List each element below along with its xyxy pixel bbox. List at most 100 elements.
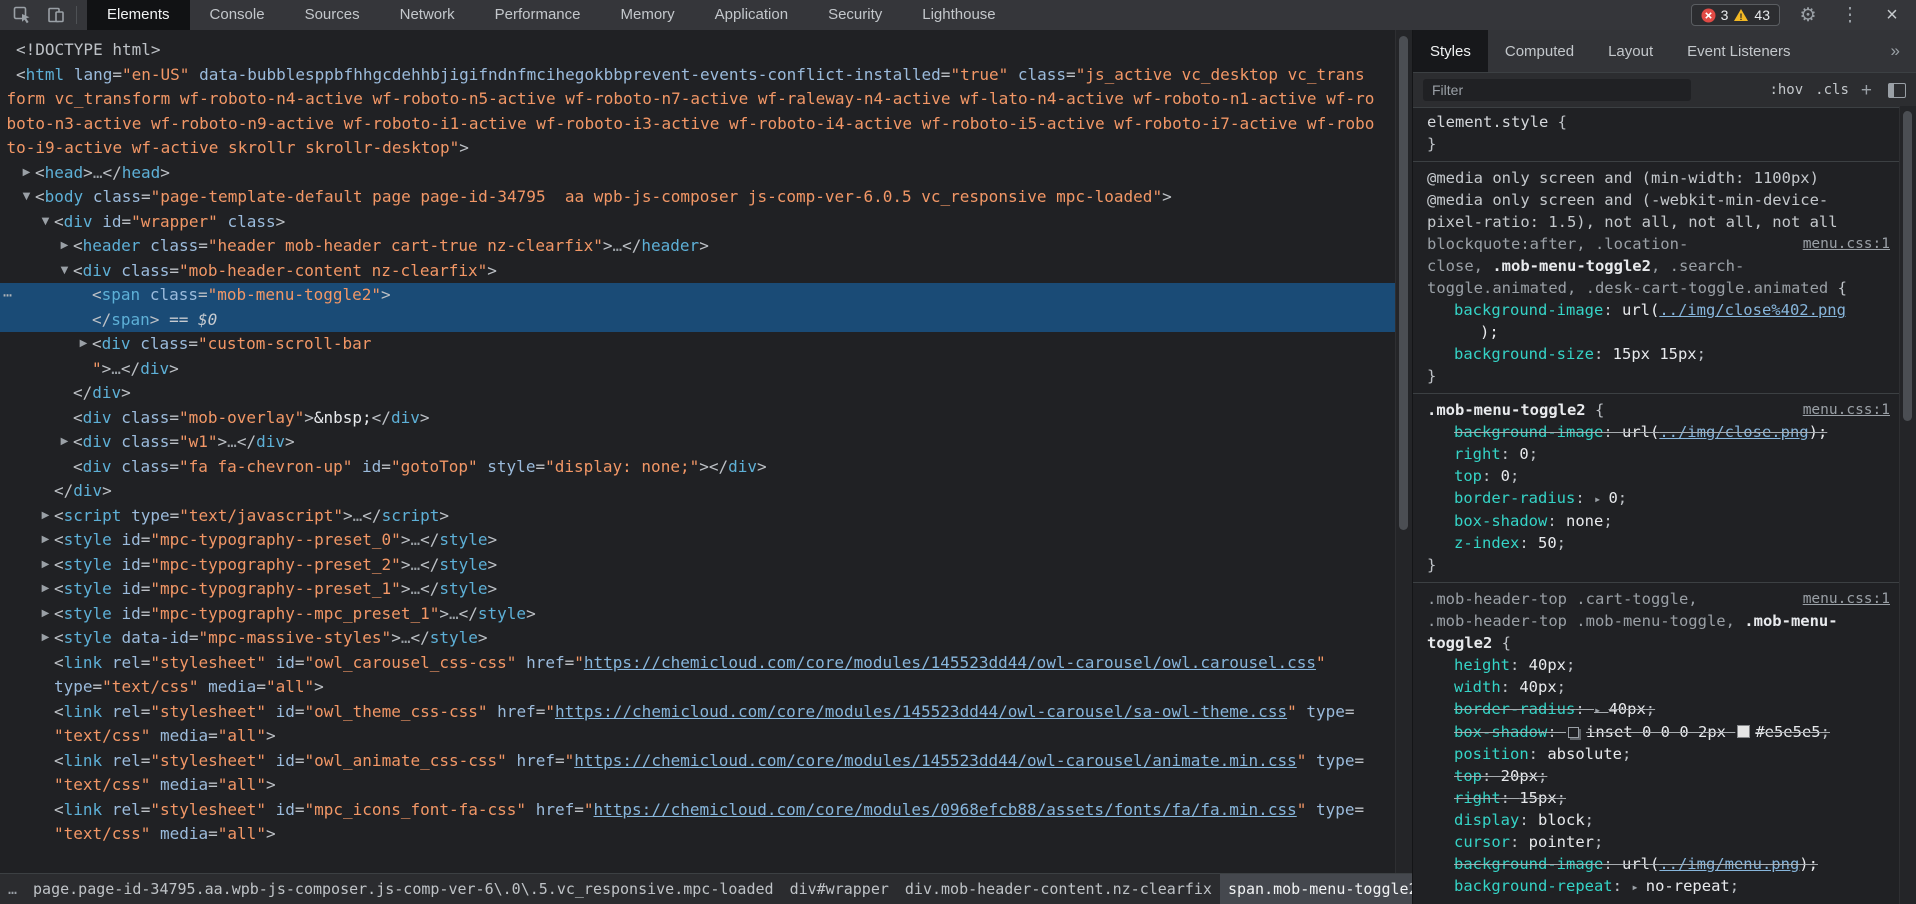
tab-security[interactable]: Security: [808, 0, 902, 30]
dom-node-line[interactable]: <div class="mob-overlay">&nbsp;</div>: [0, 406, 1396, 431]
css-declaration[interactable]: background-repeat: ▸ no-repeat;: [1427, 875, 1900, 898]
more-options-dots-icon[interactable]: ⋮: [1836, 1, 1864, 29]
css-declaration[interactable]: height: 40px;: [1427, 654, 1900, 676]
styles-filter-input[interactable]: Filter: [1423, 79, 1691, 101]
tree-expand-arrow-icon[interactable]: ▶: [38, 626, 53, 651]
tab-network[interactable]: Network: [380, 0, 475, 30]
dom-node-line[interactable]: ">…</div>: [0, 357, 1396, 382]
sidebar-tab-event-listeners[interactable]: Event Listeners: [1670, 30, 1807, 72]
tab-console[interactable]: Console: [190, 0, 285, 30]
css-declaration-overridden[interactable]: right: 15px;: [1427, 787, 1900, 809]
css-declaration[interactable]: top: 0;: [1427, 465, 1900, 487]
dom-node-line[interactable]: <!DOCTYPE html>: [0, 38, 1396, 63]
dom-node-line[interactable]: </div>: [0, 479, 1396, 504]
toggle-classes-button[interactable]: .cls: [1815, 82, 1849, 98]
css-selector-line[interactable]: menu.css:1.mob-header-top .cart-toggle,: [1427, 588, 1900, 610]
dom-node-line[interactable]: ▶<header class="header mob-header cart-t…: [0, 234, 1396, 259]
tree-expand-arrow-icon[interactable]: ▶: [19, 161, 34, 186]
dom-node-line[interactable]: ▶<style id="mpc-typography--mpc_preset_1…: [0, 602, 1396, 627]
breadcrumb-item[interactable]: div.mob-header-content.nz-clearfix: [897, 874, 1220, 904]
sidebar-panel-toggle-icon[interactable]: [1888, 83, 1906, 98]
css-selector-line[interactable]: menu.css:1blockqu​ote:after, .location-: [1427, 233, 1900, 255]
css-declaration[interactable]: right: 0;: [1427, 443, 1900, 465]
tree-expand-arrow-icon[interactable]: ▶: [57, 430, 72, 455]
css-selector-line[interactable]: toggle2 {: [1427, 632, 1900, 654]
tree-collapse-arrow-icon[interactable]: ▼: [38, 210, 53, 235]
dom-node-line[interactable]: "text/css" media="all">: [0, 773, 1396, 798]
settings-gear-icon[interactable]: ⚙: [1794, 1, 1822, 29]
elements-scrollbar-thumb[interactable]: [1399, 36, 1408, 530]
dom-node-line[interactable]: <div class="fa fa-chevron-up" id="gotoTo…: [0, 455, 1396, 480]
sidebar-tab-computed[interactable]: Computed: [1488, 30, 1591, 72]
close-devtools-icon[interactable]: ×: [1878, 1, 1906, 29]
tree-expand-arrow-icon[interactable]: ▶: [38, 553, 53, 578]
css-source-link[interactable]: menu.css:1: [1803, 399, 1890, 421]
elements-scrollbar[interactable]: [1395, 30, 1412, 874]
dom-node-line[interactable]: "text/css" media="all">: [0, 724, 1396, 749]
css-source-link[interactable]: menu.css:1: [1803, 233, 1890, 255]
tab-elements[interactable]: Elements: [87, 0, 190, 30]
tab-memory[interactable]: Memory: [601, 0, 695, 30]
dom-node-line[interactable]: form vc_transform wf-roboto-n4-active wf…: [0, 87, 1396, 112]
tree-expand-arrow-icon[interactable]: ▶: [38, 504, 53, 529]
dom-node-line[interactable]: ▶<div class="w1">…</div>: [0, 430, 1396, 455]
dom-node-line[interactable]: <link rel="stylesheet" id="owl_carousel_…: [0, 651, 1396, 676]
css-declaration[interactable]: z-index: 50;: [1427, 532, 1900, 554]
dom-node-line[interactable]: ▶<style id="mpc-typography--preset_2">…<…: [0, 553, 1396, 578]
css-source-link[interactable]: menu.css:1: [1803, 588, 1890, 610]
device-toolbar-icon[interactable]: [42, 1, 70, 29]
css-selector-line[interactable]: menu.css:1.mob-menu-toggle2 {: [1427, 399, 1900, 421]
css-declaration[interactable]: box-shadow: none;: [1427, 510, 1900, 532]
breadcrumb-item[interactable]: page.page-id-34795.aa.wpb-js-composer.js…: [25, 874, 782, 904]
dom-node-line[interactable]: <link rel="stylesheet" id="owl_theme_css…: [0, 700, 1396, 725]
sidebar-tab-styles[interactable]: Styles: [1413, 30, 1488, 72]
dom-node-line[interactable]: </div>: [0, 381, 1396, 406]
tree-collapse-arrow-icon[interactable]: ▼: [57, 259, 72, 284]
css-resource-link[interactable]: ../img/close%402.png: [1659, 301, 1846, 319]
breadcrumb-item[interactable]: span.mob-menu-toggle2: [1220, 874, 1412, 904]
tab-sources[interactable]: Sources: [285, 0, 380, 30]
inspect-element-icon[interactable]: [8, 1, 36, 29]
tree-expand-arrow-icon[interactable]: ▶: [38, 577, 53, 602]
dom-node-line[interactable]: "text/css" media="all">: [0, 822, 1396, 847]
dom-node-line[interactable]: ▼<div id="wrapper" class>: [0, 210, 1396, 235]
tree-expand-arrow-icon[interactable]: ▶: [76, 332, 91, 357]
dom-node-line[interactable]: <link rel="stylesheet" id="mpc_icons_fon…: [0, 798, 1396, 823]
color-swatch[interactable]: [1737, 725, 1750, 738]
css-declaration[interactable]: );: [1427, 321, 1900, 343]
tab-performance[interactable]: Performance: [475, 0, 601, 30]
css-selector-line[interactable]: toggle.animated, .desk-cart-toggle.anima…: [1427, 277, 1900, 299]
breadcrumb-item[interactable]: div#wrapper: [782, 874, 897, 904]
dom-node-line[interactable]: boto-n3-active wf-roboto-n9-active wf-ro…: [0, 112, 1396, 137]
css-declaration-overridden[interactable]: box-shadow: inset 0 0 0 2px #e5e5e5;: [1427, 721, 1900, 743]
css-declaration[interactable]: background-image: url(../img/close%402.p…: [1427, 299, 1900, 321]
css-selector-line[interactable]: .mob-header-top .mob-menu-toggle, .mob-m…: [1427, 610, 1900, 632]
dom-node-line[interactable]: ▶<style id="mpc-typography--preset_0">…<…: [0, 528, 1396, 553]
css-declaration[interactable]: position: absolute;: [1427, 743, 1900, 765]
styles-scrollbar-thumb[interactable]: [1903, 111, 1912, 421]
css-resource-link[interactable]: ../img/menu.png: [1659, 855, 1799, 873]
node-options-dots-icon[interactable]: ⋯: [3, 283, 12, 308]
dom-node-line[interactable]: <html lang="en-US" data-bubblesppbfhhgcd…: [0, 63, 1396, 88]
tree-expand-arrow-icon[interactable]: ▶: [38, 602, 53, 627]
dom-node-line[interactable]: ▼<div class="mob-header-content nz-clear…: [0, 259, 1396, 284]
dom-node-line[interactable]: ▶<style data-id="mpc-massive-styles">…</…: [0, 626, 1396, 651]
shadow-editor-icon[interactable]: [1568, 727, 1579, 738]
breadcrumb-overflow[interactable]: …: [0, 874, 25, 904]
css-declaration[interactable]: background-size: 15px 15px;: [1427, 343, 1900, 365]
tab-application[interactable]: Application: [695, 0, 808, 30]
dom-node-line[interactable]: ▶<head>…</head>: [0, 161, 1396, 186]
css-declaration-overridden[interactable]: background-image: url(../img/menu.png);: [1427, 853, 1900, 875]
tree-expand-arrow-icon[interactable]: ▶: [38, 528, 53, 553]
dom-node-line-selected[interactable]: </span> == $0: [0, 308, 1396, 333]
css-declaration-overridden[interactable]: top: 20px;: [1427, 765, 1900, 787]
dom-node-line[interactable]: ▶<script type="text/javascript">…</scrip…: [0, 504, 1396, 529]
dom-node-line[interactable]: type="text/css" media="all">: [0, 675, 1396, 700]
css-resource-link[interactable]: ../img/close.png: [1659, 423, 1808, 441]
css-selector-line[interactable]: close, .mob-menu-toggle2, .search-: [1427, 255, 1900, 277]
css-declaration[interactable]: display: block;: [1427, 809, 1900, 831]
tab-lighthouse[interactable]: Lighthouse: [902, 0, 1015, 30]
dom-node-line[interactable]: ▶<div class="custom-scroll-bar: [0, 332, 1396, 357]
toggle-hover-state-button[interactable]: :hov: [1769, 82, 1803, 98]
dom-node-line-selected[interactable]: ⋯<span class="mob-menu-toggle2">: [0, 283, 1396, 308]
